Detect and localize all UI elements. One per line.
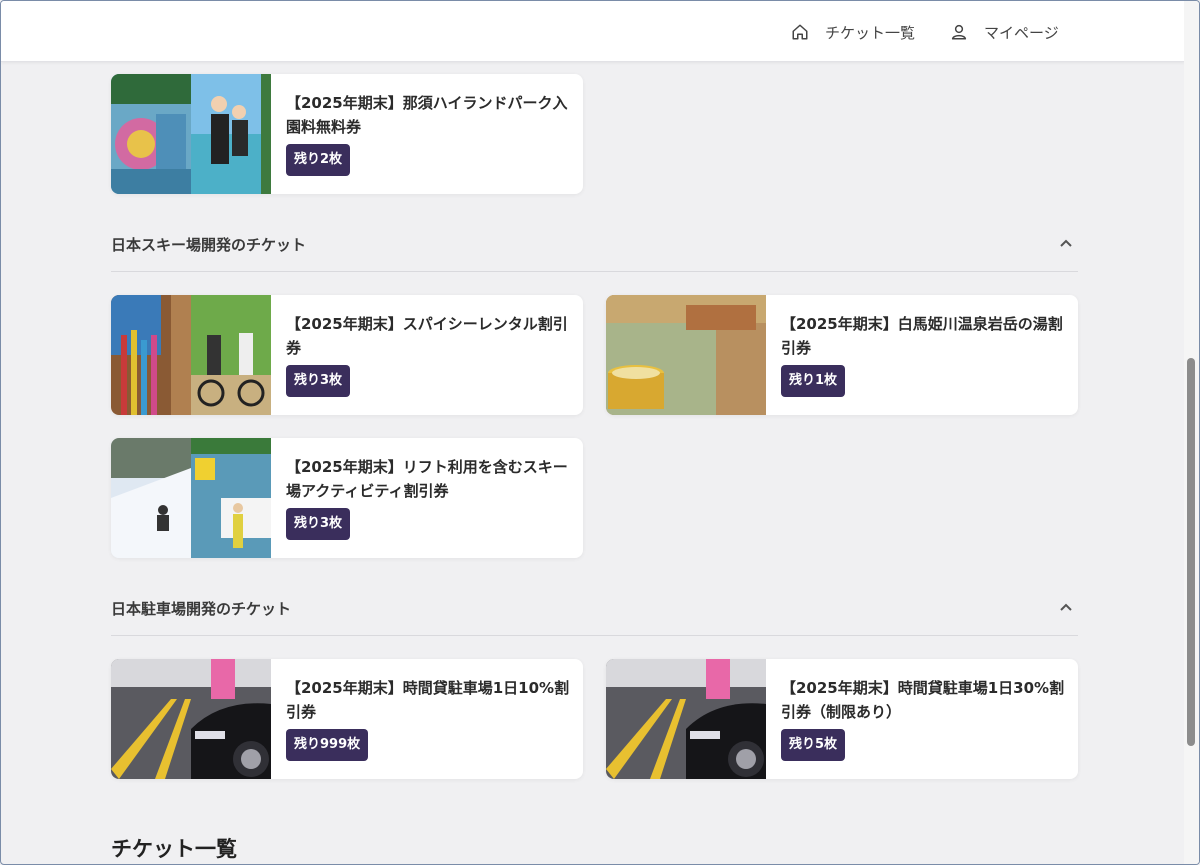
ticket-image [111, 659, 271, 779]
top-header: チケット一覧 マイページ [1, 1, 1185, 62]
ticket-title: 【2025年期末】那須ハイランドパーク入園料無料券 [286, 94, 568, 136]
remaining-badge: 残り3枚 [286, 508, 351, 540]
ticket-image [606, 659, 766, 779]
ticket-card-parking-10[interactable]: 【2025年期末】時間貸駐車場1日10%割引券 残り999枚 [111, 659, 583, 779]
chevron-up-icon[interactable] [1058, 236, 1074, 252]
ticket-title: 【2025年期末】時間貸駐車場1日30%割引券（制限あり） [781, 679, 1065, 721]
remaining-badge: 残り3枚 [286, 365, 351, 397]
ticket-card-nasu[interactable]: 【2025年期末】那須ハイランドパーク入園料無料券 残り2枚 [111, 74, 583, 194]
ticket-image [111, 74, 271, 194]
section-title-parking: 日本駐車場開発のチケット [111, 600, 292, 618]
ticket-image [111, 295, 271, 415]
remaining-badge: 残り999枚 [286, 729, 369, 761]
ticket-card-hakuba-onsen[interactable]: 【2025年期末】白馬姫川温泉岩岳の湯割引券 残り1枚 [606, 295, 1078, 415]
nav-tickets-label: チケット一覧 [825, 23, 916, 42]
nav-mypage-link[interactable]: マイページ [950, 19, 1059, 45]
ticket-title: 【2025年期末】リフト利用を含むスキー場アクティビティ割引券 [286, 458, 568, 500]
nav-tickets-link[interactable]: チケット一覧 [791, 19, 915, 45]
section-divider [111, 635, 1078, 636]
remaining-badge: 残り5枚 [781, 729, 846, 761]
browser-frame: チケット一覧 マイページ 【2025年期末】那須ハイランドパーク入園料無料券 残… [0, 0, 1200, 865]
ticket-card-ski-activity[interactable]: 【2025年期末】リフト利用を含むスキー場アクティビティ割引券 残り3枚 [111, 438, 583, 558]
section-title-ski: 日本スキー場開発のチケット [111, 236, 307, 254]
vertical-scrollbar[interactable] [1184, 1, 1199, 864]
ticket-card-spicy-rental[interactable]: 【2025年期末】スパイシーレンタル割引券 残り3枚 [111, 295, 583, 415]
ticket-title: 【2025年期末】白馬姫川温泉岩岳の湯割引券 [781, 315, 1063, 357]
scrollbar-thumb[interactable] [1187, 358, 1195, 746]
ticket-title: 【2025年期末】時間貸駐車場1日10%割引券 [286, 679, 570, 721]
remaining-badge: 残り2枚 [286, 144, 351, 176]
chevron-up-icon[interactable] [1058, 600, 1074, 616]
remaining-badge: 残り1枚 [781, 365, 846, 397]
ticket-title: 【2025年期末】スパイシーレンタル割引券 [286, 315, 568, 357]
ticket-image [111, 438, 271, 558]
nav-mypage-label: マイページ [984, 23, 1059, 42]
section-divider [111, 271, 1078, 272]
home-icon [792, 24, 808, 40]
ticket-card-parking-30[interactable]: 【2025年期末】時間貸駐車場1日30%割引券（制限あり） 残り5枚 [606, 659, 1078, 779]
ticket-image [606, 295, 766, 415]
ticket-list-heading: チケット一覧 [111, 837, 237, 861]
user-icon [951, 24, 967, 40]
